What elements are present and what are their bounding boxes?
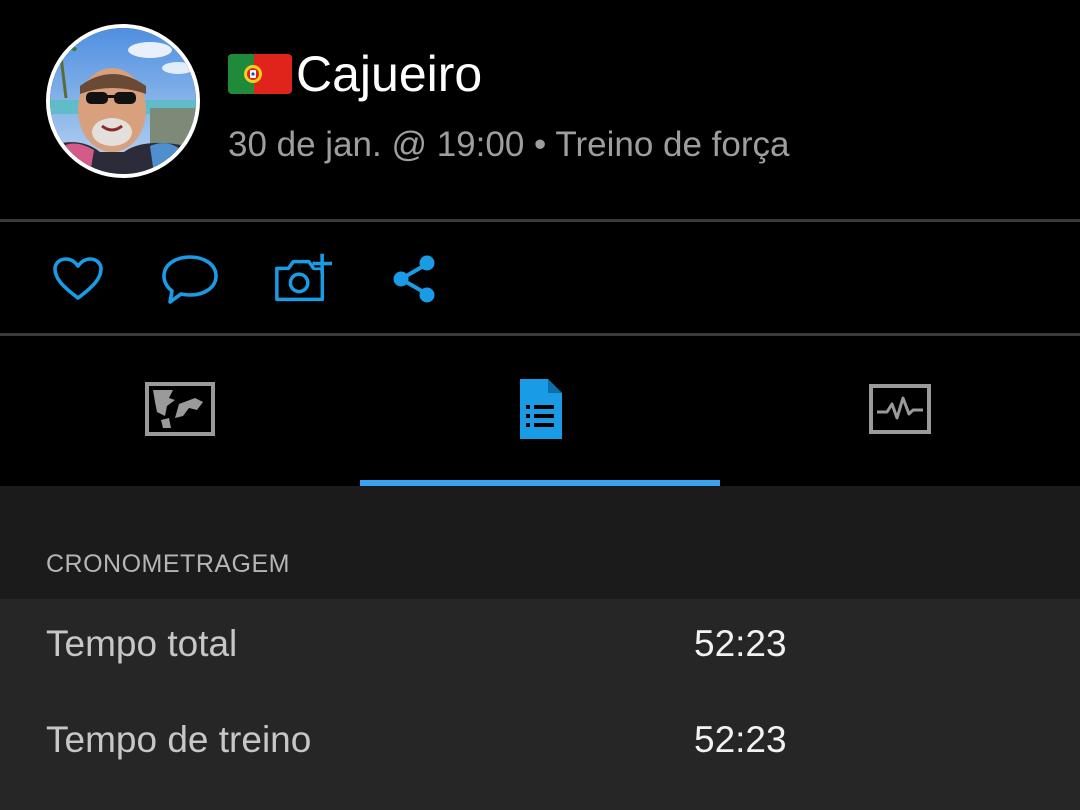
athlete-title: Cajueiro	[228, 42, 482, 106]
tab-details[interactable]	[360, 336, 720, 482]
map-icon	[145, 382, 215, 436]
activity-header: Cajueiro 30 de jan. @ 19:00 • Treino de …	[0, 0, 1080, 220]
list-item: Tempo de treino 52:23	[0, 695, 1080, 791]
comment-icon	[162, 255, 218, 304]
action-bar	[0, 223, 1080, 333]
like-button[interactable]	[48, 251, 108, 307]
details-icon	[520, 379, 562, 439]
activity-tabs	[0, 336, 1080, 482]
list-item: Tempo total 52:23	[0, 599, 1080, 695]
share-icon	[393, 255, 435, 303]
tab-map[interactable]	[0, 336, 360, 482]
activity-meta: 30 de jan. @ 19:00 • Treino de força	[228, 125, 790, 164]
details-panel: CRONOMETRAGEM Tempo total 52:23 Tempo de…	[0, 486, 1080, 810]
share-button[interactable]	[384, 251, 444, 307]
timing-list: Tempo total 52:23 Tempo de treino 52:23	[0, 599, 1080, 810]
athlete-name[interactable]: Cajueiro	[296, 42, 482, 106]
comment-button[interactable]	[160, 251, 220, 307]
tab-charts[interactable]	[720, 336, 1080, 482]
chart-icon	[869, 384, 931, 434]
row-label: Tempo de treino	[46, 719, 312, 760]
portugal-flag-icon	[228, 54, 292, 94]
section-title: CRONOMETRAGEM	[46, 550, 290, 578]
row-value: 52:23	[694, 623, 787, 664]
row-label: Tempo total	[46, 623, 238, 664]
avatar[interactable]	[46, 24, 200, 178]
add-photo-button[interactable]	[272, 251, 332, 307]
divider	[0, 219, 1080, 222]
add-photo-icon	[275, 253, 332, 302]
avatar-photo	[50, 28, 196, 174]
heart-icon	[53, 257, 103, 300]
row-value: 52:23	[694, 719, 787, 760]
